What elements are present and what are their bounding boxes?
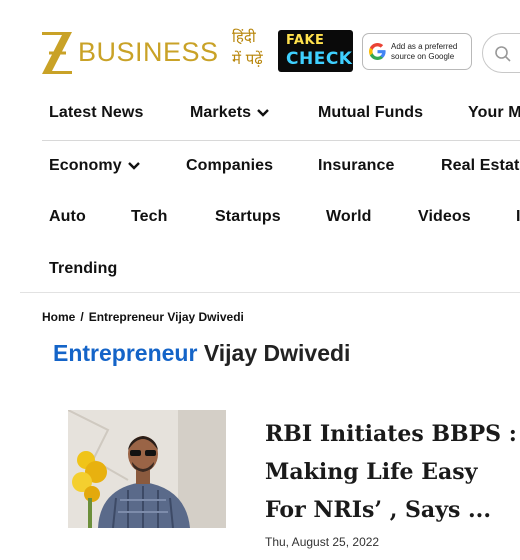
chevron-down-icon xyxy=(127,161,140,170)
hindi-line-2: में पढ़ें xyxy=(232,50,263,68)
breadcrumb-current: Entrepreneur Vijay Dwivedi xyxy=(88,310,244,324)
nav-item-economy[interactable]: Economy xyxy=(49,157,140,175)
nav-item-your-money[interactable]: Your M xyxy=(468,104,520,122)
nav-item-videos[interactable]: Videos xyxy=(418,208,471,226)
google-preferred-source-button[interactable]: Add as a preferred source on Google xyxy=(362,33,472,70)
nav-item-auto[interactable]: Auto xyxy=(49,208,86,226)
google-text-line-2: source on Google xyxy=(391,51,455,61)
nav-item-latest-news[interactable]: Latest News xyxy=(49,104,143,122)
chevron-down-icon xyxy=(257,108,270,117)
google-text-line-1: Add as a preferred xyxy=(391,41,458,51)
page-title-highlight: Entrepreneur xyxy=(53,340,198,366)
nav-item-overflow[interactable]: I xyxy=(516,208,520,226)
article-thumbnail[interactable] xyxy=(68,410,226,528)
nav-row-3: Auto Tech Startups World Videos I xyxy=(0,192,520,244)
google-g-icon xyxy=(369,43,386,60)
logo-text: BUSINESS xyxy=(78,36,219,67)
nav-divider xyxy=(20,292,520,293)
nav-item-markets-label: Markets xyxy=(190,104,252,121)
breadcrumb-home-link[interactable]: Home xyxy=(42,310,75,324)
zee-business-logo[interactable]: BUSINESS xyxy=(40,27,219,77)
z-logo-icon xyxy=(42,32,72,74)
article-title-line-3: For NRIs’ , Says ... xyxy=(265,497,491,523)
nav-item-companies[interactable]: Companies xyxy=(186,157,273,175)
nav-item-insurance[interactable]: Insurance xyxy=(318,157,395,175)
google-button-text: Add as a preferred source on Google xyxy=(391,42,457,62)
fake-check-line-1: FAKE xyxy=(286,33,325,48)
hindi-line-1: हिंदी xyxy=(232,28,256,46)
nav-item-real-estate[interactable]: Real Estate xyxy=(441,157,520,175)
page-title: Entrepreneur Vijay Dwivedi xyxy=(53,340,350,367)
nav-item-world[interactable]: World xyxy=(326,208,372,226)
nav-item-startups[interactable]: Startups xyxy=(215,208,281,226)
fake-check-line-2: CHECK xyxy=(286,49,353,69)
breadcrumb-separator: / xyxy=(80,310,84,324)
article-title-line-2: Making Life Easy xyxy=(265,459,478,485)
nav-item-economy-label: Economy xyxy=(49,157,122,174)
article-date: Thu, August 25, 2022 xyxy=(265,535,380,549)
nav-item-mutual-funds[interactable]: Mutual Funds xyxy=(318,104,423,122)
nav-row-4: Trending xyxy=(0,244,520,296)
nav-item-trending[interactable]: Trending xyxy=(49,260,117,278)
nav-row-1: Latest News Markets Mutual Funds Your M xyxy=(0,88,520,140)
search-button[interactable] xyxy=(482,33,520,73)
breadcrumb: Home / Entrepreneur Vijay Dwivedi xyxy=(42,310,244,324)
page-title-rest: Vijay Dwivedi xyxy=(197,340,351,366)
article-title-line-1: RBI Initiates BBPS : xyxy=(265,421,517,447)
nav-item-tech[interactable]: Tech xyxy=(131,208,168,226)
nav-row-2: Economy Companies Insurance Real Estate xyxy=(42,140,520,192)
article-title[interactable]: RBI Initiates BBPS : Making Life Easy Fo… xyxy=(265,415,520,529)
nav-item-markets[interactable]: Markets xyxy=(190,104,270,122)
fake-check-button[interactable]: FAKE CHECK xyxy=(278,30,353,72)
search-icon xyxy=(495,46,511,62)
article-thumbnail-image xyxy=(68,410,226,528)
hindi-language-link[interactable]: हिंदी में पढ़ें xyxy=(232,26,274,70)
site-header: BUSINESS हिंदी में पढ़ें FAKE CHECK Add … xyxy=(0,0,520,100)
